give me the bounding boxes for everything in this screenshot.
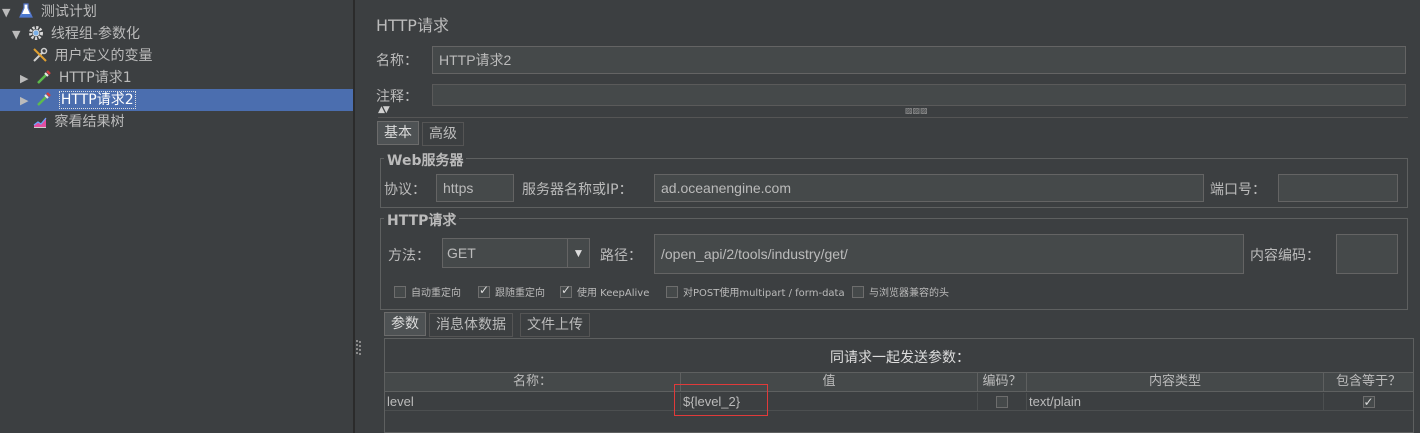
column-name[interactable]: 名称： [385, 373, 681, 391]
server-label: 服务器名称或IP： [522, 182, 633, 198]
checkbox-label: 对POST使用multipart / form-data [683, 288, 845, 299]
web-server-group-title: Web服务器 [384, 150, 467, 170]
checkbox[interactable] [852, 286, 864, 298]
multipart-option[interactable]: 对POST使用multipart / form-data [666, 284, 845, 299]
protocol-field[interactable]: https [436, 174, 514, 202]
checkbox-label: 自动重定向 [411, 288, 461, 299]
checkbox[interactable] [478, 283, 490, 298]
test-plan-tree: ▼ 测试计划 ▼ 线程组-参数化 用户定义的变量 ▶ HTTP请求1 ▶ HTT… [0, 0, 354, 433]
checkbox-label: 使用 KeepAlive [577, 288, 650, 299]
tree-node-http-request-1[interactable]: ▶ HTTP请求1 [20, 67, 132, 89]
checkbox-label: 跟随重定向 [495, 288, 545, 299]
tree-node-label: 察看结果树 [54, 114, 125, 130]
name-label: 名称： [376, 53, 418, 69]
content-encoding-label: 内容编码： [1250, 248, 1320, 264]
tree-node-view-results-tree[interactable]: 察看结果树 [32, 111, 124, 133]
page-title: HTTP请求 [376, 16, 449, 35]
expand-arrow-icon[interactable]: ▼ [2, 2, 14, 24]
wrench-icon [32, 47, 48, 63]
drag-handle-icon[interactable]: ▨▨▨ [905, 106, 928, 115]
chevron-down-icon[interactable]: ▼ [567, 239, 589, 267]
follow-redirect-option[interactable]: 跟随重定向 [478, 283, 545, 299]
tree-node-label: HTTP请求2 [58, 91, 136, 109]
column-encode[interactable]: 编码？ [978, 373, 1027, 391]
server-field[interactable]: ad.oceanengine.com [654, 174, 1204, 202]
path-label: 路径： [600, 248, 642, 264]
parameters-caption: 同请求一起发送参数： [830, 350, 970, 366]
column-include-equals[interactable]: 包含等于？ [1324, 373, 1413, 391]
expand-arrow-icon[interactable]: ▼ [12, 24, 24, 46]
auto-redirect-option[interactable]: 自动重定向 [394, 284, 461, 299]
tab-basic[interactable]: 基本 [377, 121, 419, 145]
flask-icon [18, 3, 34, 19]
gear-icon [28, 25, 44, 41]
port-label: 端口号： [1210, 182, 1266, 198]
name-field[interactable]: HTTP请求2 [432, 46, 1406, 74]
checkbox[interactable] [1362, 393, 1375, 411]
tree-node-label: 测试计划 [40, 4, 97, 20]
collapse-arrows-icon[interactable]: ▲▼ [378, 105, 390, 115]
chart-icon [32, 113, 48, 129]
tree-node-label: HTTP请求1 [58, 70, 132, 86]
param-include-equals-cell[interactable] [1324, 393, 1413, 411]
pipette-icon [36, 69, 52, 85]
param-content-type-cell[interactable]: text/plain [1027, 393, 1324, 411]
checkbox[interactable] [996, 396, 1008, 408]
panel-splitter[interactable] [354, 0, 364, 433]
tree-node-label: 线程组-参数化 [50, 26, 140, 42]
column-content-type[interactable]: 内容类型 [1027, 373, 1324, 391]
parameters-table-header: 名称： 值 编码？ 内容类型 包含等于？ [385, 372, 1413, 392]
method-select[interactable]: GET ▼ [442, 238, 590, 268]
checkbox[interactable] [560, 283, 572, 298]
highlight-box [674, 384, 768, 416]
method-label: 方法： [388, 248, 430, 264]
tab-file-upload[interactable]: 文件上传 [520, 313, 590, 337]
checkbox-label: 与浏览器兼容的头 [869, 288, 949, 299]
protocol-label: 协议： [384, 182, 426, 198]
tree-node-test-plan[interactable]: ▼ 测试计划 [2, 1, 97, 23]
tab-advanced[interactable]: 高级 [422, 122, 464, 146]
tree-node-thread-group[interactable]: ▼ 线程组-参数化 [12, 23, 140, 45]
tab-body-data[interactable]: 消息体数据 [429, 313, 513, 337]
splitter-grip-icon[interactable] [356, 340, 362, 358]
checkbox[interactable] [666, 286, 678, 298]
collapse-bar[interactable]: ▲▼ ▨▨▨ [378, 105, 1408, 118]
tree-node-user-variables[interactable]: 用户定义的变量 [32, 45, 152, 67]
http-request-group-title: HTTP请求 [384, 210, 460, 230]
expand-arrow-icon[interactable]: ▶ [20, 68, 32, 90]
content-encoding-field[interactable] [1336, 234, 1398, 274]
keepalive-option[interactable]: 使用 KeepAlive [560, 283, 650, 299]
tree-node-label: 用户定义的变量 [54, 48, 153, 64]
tree-node-http-request-2[interactable]: ▶ HTTP请求2 [0, 89, 353, 111]
port-field[interactable] [1278, 174, 1398, 202]
table-row[interactable]: level ${level_2} text/plain [385, 393, 1413, 411]
parameters-panel: 同请求一起发送参数： 名称： 值 编码？ 内容类型 包含等于？ level ${… [384, 338, 1414, 433]
param-name-cell[interactable]: level [385, 393, 681, 411]
http-request-panel: HTTP请求 名称： HTTP请求2 注释： ▲▼ ▨▨▨ 基本 高级 Web服… [364, 0, 1420, 433]
comment-field[interactable] [432, 84, 1406, 106]
param-encode-cell[interactable] [978, 393, 1027, 411]
expand-arrow-icon[interactable]: ▶ [20, 90, 32, 112]
method-value: GET [447, 245, 476, 261]
checkbox[interactable] [394, 286, 406, 298]
pipette-icon [36, 91, 52, 107]
comment-label: 注释： [376, 89, 418, 105]
browser-headers-option[interactable]: 与浏览器兼容的头 [852, 284, 949, 299]
path-field[interactable]: /open_api/2/tools/industry/get/ [654, 234, 1244, 274]
tab-parameters[interactable]: 参数 [384, 312, 426, 336]
